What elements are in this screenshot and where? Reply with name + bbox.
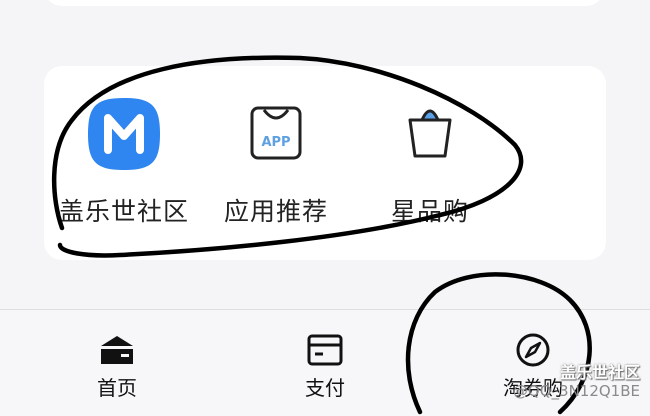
app-icon-text: APP <box>261 135 290 150</box>
watermark: 盖乐世社区 @QQ_3N12Q1BE <box>512 363 640 401</box>
watermark-brand: 盖乐世社区 <box>559 363 640 382</box>
nav-pay[interactable]: 支付 <box>250 310 400 416</box>
card-icon <box>307 334 343 366</box>
nav-home[interactable]: 首页 <box>42 310 192 416</box>
apps-card: 盖乐世社区 APP 应用推荐 星品购 <box>44 66 606 260</box>
app-label: 星品购 <box>390 197 469 226</box>
top-card <box>44 0 604 6</box>
app-label: 盖乐世社区 <box>58 197 189 226</box>
app-label: 应用推荐 <box>223 197 328 226</box>
bottom-nav: 首页 支付 淘券购 <box>0 310 650 416</box>
nav-label: 首页 <box>97 376 137 400</box>
home-wallet-icon <box>101 336 133 364</box>
nav-label: 支付 <box>305 376 345 400</box>
watermark-user: @QQ_3N12Q1BE <box>512 382 640 400</box>
app-store-bag-icon: APP <box>250 106 302 160</box>
shopping-basket-icon <box>408 109 452 158</box>
samsung-members-icon <box>88 98 160 170</box>
